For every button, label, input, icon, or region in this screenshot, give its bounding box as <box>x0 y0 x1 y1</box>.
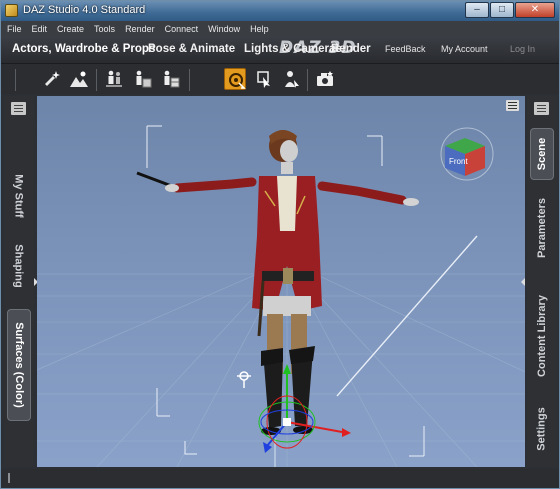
figure-select-icon[interactable] <box>280 68 302 90</box>
tab-scene-label: Scene <box>536 137 549 171</box>
tab-settings-label: Settings <box>536 407 548 451</box>
toolbar-separator <box>15 69 16 91</box>
toolbar-separator <box>96 69 97 91</box>
figure-model[interactable] <box>136 130 419 435</box>
status-bar <box>1 469 559 488</box>
menu-bar: File Edit Create Tools Render Connect Wi… <box>1 21 559 36</box>
tab-settings[interactable]: Settings <box>530 398 554 460</box>
menu-file[interactable]: File <box>7 24 22 34</box>
window-title: DAZ Studio 4.0 Standard <box>23 4 146 16</box>
mountain-scene-icon[interactable] <box>68 68 90 90</box>
tab-content-library-label: Content Library <box>536 295 548 377</box>
figure-room-icon[interactable] <box>131 68 153 90</box>
node-select-icon[interactable] <box>252 68 274 90</box>
viewport-menu-icon[interactable] <box>506 100 519 111</box>
title-bar[interactable]: DAZ Studio 4.0 Standard – □ ✕ <box>1 1 559 21</box>
view-cube[interactable]: Front <box>440 127 494 181</box>
close-button[interactable]: ✕ <box>515 2 555 18</box>
tab-content-library[interactable]: Content Library <box>530 280 554 392</box>
left-pane: My Stuff Shaping Surfaces (Color) <box>4 96 38 467</box>
figure-group-icon[interactable] <box>103 68 125 90</box>
menu-edit[interactable]: Edit <box>32 24 48 34</box>
light-sparkle-icon[interactable] <box>41 68 63 90</box>
tab-surfaces[interactable]: Surfaces (Color) <box>7 309 31 421</box>
login-link[interactable]: Log In <box>510 44 535 54</box>
toolbar-separator <box>307 69 308 91</box>
app-window: DAZ Studio 4.0 Standard – □ ✕ File Edit … <box>0 0 560 489</box>
room-header: Actors, Wardrobe & Props Pose & Animate … <box>1 36 559 63</box>
tab-shaping-label: Shaping <box>13 244 26 288</box>
status-grip-icon[interactable] <box>8 473 10 483</box>
node-pivot-icon[interactable] <box>237 371 251 388</box>
room-tab-actors[interactable]: Actors, Wardrobe & Props <box>12 43 155 55</box>
window-controls: – □ ✕ <box>464 2 555 19</box>
minimize-button[interactable]: – <box>465 2 489 18</box>
toolbar-separator <box>189 69 190 91</box>
pane-menu-icon[interactable] <box>11 102 26 115</box>
menu-create[interactable]: Create <box>57 24 84 34</box>
tab-my-stuff[interactable]: My Stuff <box>7 156 31 236</box>
figure-crate-icon[interactable] <box>159 68 181 90</box>
maximize-button[interactable]: □ <box>490 2 514 18</box>
axis-line <box>336 235 478 397</box>
menu-tools[interactable]: Tools <box>94 24 115 34</box>
tab-parameters-label: Parameters <box>536 198 548 258</box>
my-account-link[interactable]: My Account <box>441 44 488 54</box>
menu-help[interactable]: Help <box>250 24 269 34</box>
tab-surfaces-label: Surfaces (Color) <box>13 322 26 408</box>
toolbar <box>1 63 559 94</box>
collapse-right-pane-icon[interactable] <box>521 278 525 286</box>
room-tab-pose[interactable]: Pose & Animate <box>148 43 235 55</box>
room-tab-lights[interactable]: Lights & Cameras <box>244 43 342 55</box>
tab-my-stuff-label: My Stuff <box>13 174 26 218</box>
pane-menu-icon[interactable] <box>534 102 549 115</box>
app-icon <box>5 4 18 17</box>
bounding-box <box>146 125 425 457</box>
view-cube-front-label: Front <box>449 157 468 166</box>
3d-viewport[interactable]: Front <box>37 96 525 467</box>
menu-render[interactable]: Render <box>125 24 155 34</box>
tab-parameters[interactable]: Parameters <box>530 188 554 268</box>
universal-tool-icon[interactable] <box>224 68 246 90</box>
right-pane: Scene Parameters Content Library Setting… <box>521 96 557 467</box>
tab-scene[interactable]: Scene <box>530 128 554 180</box>
menu-connect[interactable]: Connect <box>165 24 199 34</box>
menu-window[interactable]: Window <box>208 24 240 34</box>
camera-render-icon[interactable] <box>314 68 336 90</box>
feedback-link[interactable]: FeedBack <box>385 44 426 54</box>
tab-shaping[interactable]: Shaping <box>7 236 31 296</box>
room-tab-render[interactable]: Render <box>331 43 371 55</box>
viewport-scene: Front <box>37 125 525 467</box>
